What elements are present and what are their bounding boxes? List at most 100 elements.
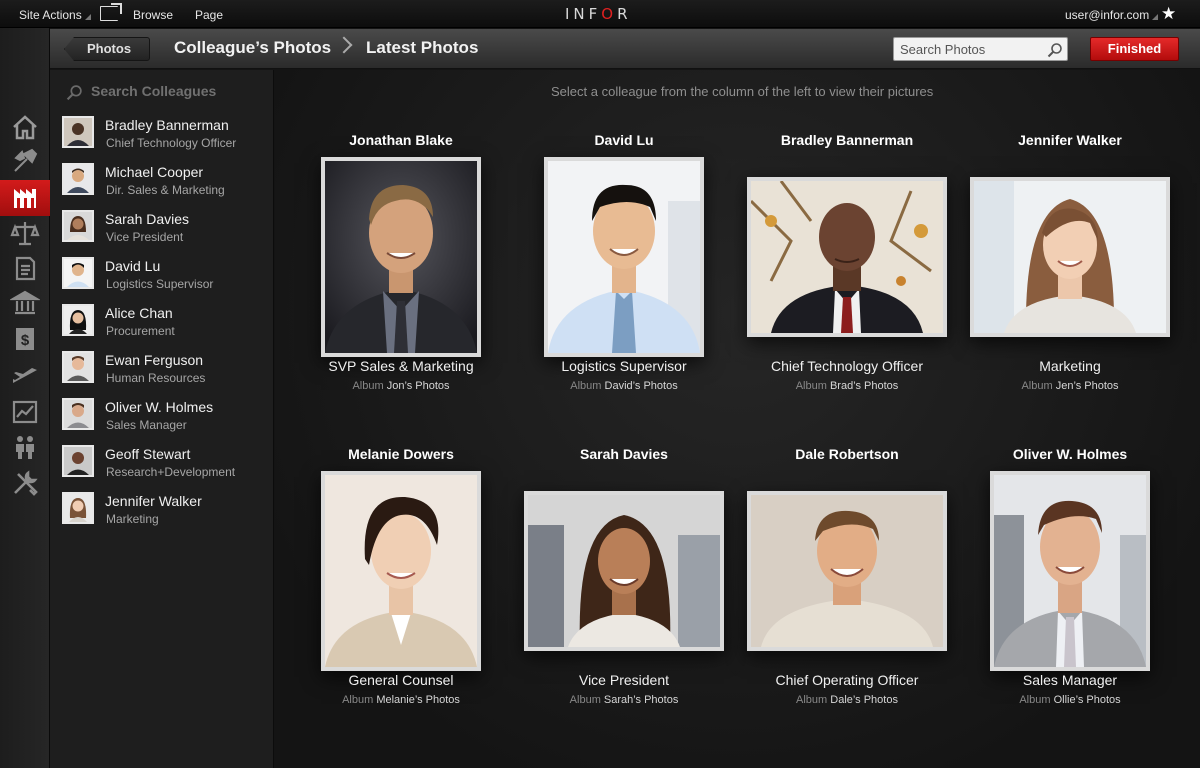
avatar bbox=[62, 492, 94, 524]
album-label: Album bbox=[1021, 380, 1053, 392]
photos-area: Select a colleague from the column of th… bbox=[275, 70, 1200, 768]
album-card[interactable]: Dale Robertson Chief Operating Officer A… bbox=[737, 446, 957, 736]
colleague-name: Sarah Davies bbox=[105, 211, 190, 227]
browse-link[interactable]: Browse bbox=[133, 8, 173, 22]
user-menu[interactable]: user@infor.com bbox=[1065, 8, 1159, 22]
album-card[interactable]: David Lu Logistics Supervisor Album Davi… bbox=[514, 132, 734, 422]
album-role: Chief Technology Officer bbox=[770, 358, 923, 374]
colleague-name: Michael Cooper bbox=[105, 164, 204, 180]
album-role: Sales Manager bbox=[1022, 672, 1118, 688]
back-to-photos-button[interactable]: Photos bbox=[64, 37, 150, 61]
album-card[interactable]: Sarah Davies Vice President Album Sarah’… bbox=[514, 446, 734, 736]
avatar bbox=[62, 116, 94, 148]
album-label: Album bbox=[1019, 694, 1051, 706]
breadcrumb-latest-photos: Latest Photos bbox=[366, 38, 479, 57]
scales-icon[interactable] bbox=[10, 218, 40, 248]
star-icon[interactable]: ★ bbox=[1161, 4, 1176, 24]
colleague-title: Research+Development bbox=[106, 465, 236, 479]
album-role: Chief Operating Officer bbox=[775, 672, 919, 688]
avatar bbox=[62, 210, 94, 242]
colleague-item[interactable]: Alice Chan Procurement bbox=[62, 304, 272, 344]
album-owner-name: Jennifer Walker bbox=[1018, 132, 1122, 148]
album-card[interactable]: Jonathan Blake SVP Sales & Marketing Alb… bbox=[291, 132, 511, 422]
album-link[interactable]: Album Jen’s Photos bbox=[960, 380, 1180, 392]
colleague-item[interactable]: Oliver W. Holmes Sales Manager bbox=[62, 398, 272, 438]
search-icon[interactable] bbox=[1047, 42, 1063, 58]
album-photo[interactable] bbox=[990, 471, 1150, 671]
factory-icon[interactable] bbox=[0, 180, 50, 216]
album-owner-name: Dale Robertson bbox=[795, 446, 899, 462]
album-photo[interactable] bbox=[321, 157, 481, 357]
album-photo[interactable] bbox=[544, 157, 704, 357]
album-name: Brad’s Photos bbox=[829, 380, 899, 392]
album-name: David’s Photos bbox=[604, 380, 678, 392]
avatar bbox=[62, 257, 94, 289]
colleague-item[interactable]: David Lu Logistics Supervisor bbox=[62, 257, 272, 297]
avatar bbox=[62, 163, 94, 195]
album-photo[interactable] bbox=[747, 491, 947, 651]
home-icon[interactable] bbox=[10, 112, 40, 142]
album-link[interactable]: Album Melanie’s Photos bbox=[291, 694, 511, 706]
airplane-icon[interactable] bbox=[10, 361, 40, 391]
colleague-item[interactable]: Geoff Stewart Research+Development bbox=[62, 445, 272, 485]
tools-icon[interactable] bbox=[10, 146, 40, 176]
dropdown-triangle-icon bbox=[84, 14, 91, 20]
album-card[interactable]: Melanie Dowers General Counsel Album Mel… bbox=[291, 446, 511, 736]
album-link[interactable]: Album Sarah’s Photos bbox=[514, 694, 734, 706]
avatar bbox=[62, 445, 94, 477]
album-photo[interactable] bbox=[747, 177, 947, 337]
chevron-right-icon bbox=[335, 36, 353, 54]
colleague-item[interactable]: Sarah Davies Vice President bbox=[62, 210, 272, 250]
album-label: Album bbox=[352, 380, 384, 392]
people-icon[interactable] bbox=[10, 432, 40, 462]
page-link[interactable]: Page bbox=[195, 8, 223, 22]
bank-icon[interactable] bbox=[8, 288, 42, 318]
avatar bbox=[62, 304, 94, 336]
colleague-name: Bradley Bannerman bbox=[105, 117, 229, 133]
colleague-item[interactable]: Bradley Bannerman Chief Technology Offic… bbox=[62, 116, 272, 156]
album-name: Dale’s Photos bbox=[830, 694, 898, 706]
album-card[interactable]: Oliver W. Holmes Sales Manager Album Oll… bbox=[960, 446, 1180, 736]
album-role: General Counsel bbox=[348, 672, 454, 688]
album-owner-name: Jonathan Blake bbox=[349, 132, 453, 148]
album-label: Album bbox=[569, 694, 601, 706]
album-name: Jon’s Photos bbox=[386, 380, 450, 392]
colleague-item[interactable]: Jennifer Walker Marketing bbox=[62, 492, 272, 532]
colleague-name: Jennifer Walker bbox=[105, 493, 202, 509]
colleagues-panel: Search Colleagues Bradley Bannerman Chie… bbox=[50, 70, 274, 768]
document-icon[interactable] bbox=[10, 253, 40, 283]
colleague-name: Ewan Ferguson bbox=[105, 352, 204, 368]
search-photos-input[interactable] bbox=[900, 41, 1040, 57]
album-label: Album bbox=[795, 380, 827, 392]
colleague-item[interactable]: Ewan Ferguson Human Resources bbox=[62, 351, 272, 391]
album-link[interactable]: Album Jon’s Photos bbox=[291, 380, 511, 392]
album-photo[interactable] bbox=[321, 471, 481, 671]
wrench-screwdriver-icon[interactable] bbox=[10, 468, 40, 498]
share-icon[interactable] bbox=[100, 3, 122, 21]
album-card[interactable]: Jennifer Walker Marketing Album Jen’s Ph… bbox=[960, 132, 1180, 422]
breadcrumb-colleagues-photos[interactable]: Colleague’s Photos bbox=[174, 38, 331, 58]
album-photo[interactable] bbox=[524, 491, 724, 651]
colleague-title: Logistics Supervisor bbox=[106, 277, 214, 291]
album-link[interactable]: Album Dale’s Photos bbox=[737, 694, 957, 706]
colleague-title: Dir. Sales & Marketing bbox=[106, 183, 225, 197]
infor-logo: INFOR bbox=[565, 5, 632, 23]
colleague-title: Chief Technology Officer bbox=[106, 136, 237, 150]
album-name: Sarah’s Photos bbox=[603, 694, 679, 706]
search-colleagues[interactable]: Search Colleagues bbox=[66, 82, 266, 102]
site-actions-label: Site Actions bbox=[19, 8, 82, 22]
album-role: SVP Sales & Marketing bbox=[328, 358, 474, 374]
album-link[interactable]: Album David’s Photos bbox=[514, 380, 734, 392]
album-link[interactable]: Album Ollie’s Photos bbox=[960, 694, 1180, 706]
chart-icon[interactable] bbox=[10, 397, 40, 427]
dollar-document-icon[interactable]: $ bbox=[10, 324, 40, 354]
colleague-item[interactable]: Michael Cooper Dir. Sales & Marketing bbox=[62, 163, 272, 203]
search-icon bbox=[66, 85, 82, 101]
album-link[interactable]: Album Brad’s Photos bbox=[737, 380, 957, 392]
album-role: Marketing bbox=[1039, 358, 1101, 374]
album-card[interactable]: Bradley Bannerman Chief Technology Offic… bbox=[737, 132, 957, 422]
site-actions-menu[interactable]: Site Actions bbox=[19, 8, 91, 22]
colleague-name: Alice Chan bbox=[105, 305, 173, 321]
album-photo[interactable] bbox=[970, 177, 1170, 337]
finished-button[interactable]: Finished bbox=[1090, 37, 1179, 61]
